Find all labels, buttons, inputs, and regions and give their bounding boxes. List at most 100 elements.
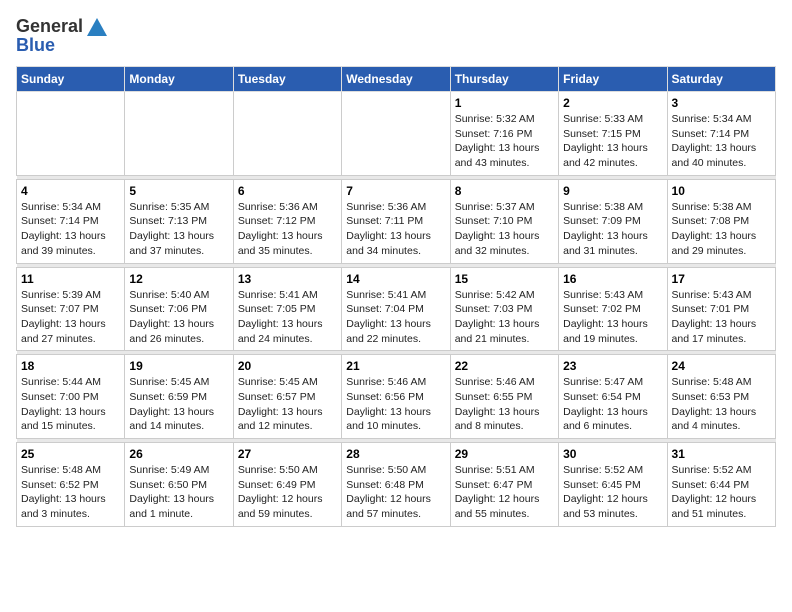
calendar-day-cell: 27 Sunrise: 5:50 AM Sunset: 6:49 PM Dayli… <box>233 443 341 527</box>
calendar-day-cell: 22 Sunrise: 5:46 AM Sunset: 6:55 PM Dayli… <box>450 355 558 439</box>
calendar-day-cell: 14Sunrise: 5:41 AM Sunset: 7:04 PM Dayli… <box>342 267 450 351</box>
day-number: 11 <box>21 272 120 286</box>
day-info: Sunrise: 5:32 AM Sunset: 7:16 PM Dayligh… <box>455 112 554 171</box>
day-number: 1 <box>455 96 554 110</box>
day-info: Sunrise: 5:35 AM Sunset: 7:13 PM Dayligh… <box>129 200 228 259</box>
day-number: 13 <box>238 272 337 286</box>
day-number: 26 <box>129 447 228 461</box>
calendar-day-cell: 11 Sunrise: 5:39 AM Sunset: 7:07 PM Dayli… <box>17 267 125 351</box>
day-info: Sunrise: 5:38 AM Sunset: 7:08 PM Dayligh… <box>672 200 771 259</box>
calendar-day-cell: 28Sunrise: 5:50 AM Sunset: 6:48 PM Dayli… <box>342 443 450 527</box>
day-number: 16 <box>563 272 662 286</box>
calendar-day-cell: 26 Sunrise: 5:49 AM Sunset: 6:50 PM Dayli… <box>125 443 233 527</box>
day-info: Sunrise: 5:51 AM Sunset: 6:47 PM Dayligh… <box>455 463 554 522</box>
day-info: Sunrise: 5:38 AM Sunset: 7:09 PM Dayligh… <box>563 200 662 259</box>
calendar-week-row: 4Sunrise: 5:34 AM Sunset: 7:14 PM Daylig… <box>17 179 776 263</box>
day-number: 24 <box>672 359 771 373</box>
day-info: Sunrise: 5:49 AM Sunset: 6:50 PM Dayligh… <box>129 463 228 522</box>
calendar-day-cell: 23 Sunrise: 5:47 AM Sunset: 6:54 PM Dayli… <box>559 355 667 439</box>
day-number: 25 <box>21 447 120 461</box>
column-header-sunday: Sunday <box>17 67 125 92</box>
day-info: Sunrise: 5:39 AM Sunset: 7:07 PM Dayligh… <box>21 288 120 347</box>
day-number: 5 <box>129 184 228 198</box>
calendar-day-cell: 6 Sunrise: 5:36 AM Sunset: 7:12 PM Daylig… <box>233 179 341 263</box>
day-info: Sunrise: 5:43 AM Sunset: 7:01 PM Dayligh… <box>672 288 771 347</box>
logo-blue-text: Blue <box>16 35 55 56</box>
calendar-week-row: 1 Sunrise: 5:32 AM Sunset: 7:16 PM Daylig… <box>17 92 776 176</box>
day-info: Sunrise: 5:41 AM Sunset: 7:05 PM Dayligh… <box>238 288 337 347</box>
day-number: 15 <box>455 272 554 286</box>
day-info: Sunrise: 5:52 AM Sunset: 6:45 PM Dayligh… <box>563 463 662 522</box>
day-info: Sunrise: 5:46 AM Sunset: 6:56 PM Dayligh… <box>346 375 445 434</box>
calendar-day-cell <box>17 92 125 176</box>
day-info: Sunrise: 5:48 AM Sunset: 6:52 PM Dayligh… <box>21 463 120 522</box>
day-number: 2 <box>563 96 662 110</box>
calendar-day-cell: 31 Sunrise: 5:52 AM Sunset: 6:44 PM Dayli… <box>667 443 775 527</box>
day-info: Sunrise: 5:42 AM Sunset: 7:03 PM Dayligh… <box>455 288 554 347</box>
calendar-week-row: 11 Sunrise: 5:39 AM Sunset: 7:07 PM Dayli… <box>17 267 776 351</box>
day-info: Sunrise: 5:45 AM Sunset: 6:57 PM Dayligh… <box>238 375 337 434</box>
day-number: 29 <box>455 447 554 461</box>
calendar-day-cell: 17 Sunrise: 5:43 AM Sunset: 7:01 PM Dayli… <box>667 267 775 351</box>
logo-triangle-icon <box>87 18 107 36</box>
day-number: 20 <box>238 359 337 373</box>
calendar-day-cell <box>125 92 233 176</box>
day-number: 10 <box>672 184 771 198</box>
calendar-day-cell: 2Sunrise: 5:33 AM Sunset: 7:15 PM Daylig… <box>559 92 667 176</box>
calendar-day-cell: 25 Sunrise: 5:48 AM Sunset: 6:52 PM Dayli… <box>17 443 125 527</box>
day-number: 21 <box>346 359 445 373</box>
day-info: Sunrise: 5:48 AM Sunset: 6:53 PM Dayligh… <box>672 375 771 434</box>
day-info: Sunrise: 5:34 AM Sunset: 7:14 PM Dayligh… <box>672 112 771 171</box>
calendar-table: SundayMondayTuesdayWednesdayThursdayFrid… <box>16 66 776 527</box>
calendar-day-cell: 15 Sunrise: 5:42 AM Sunset: 7:03 PM Dayli… <box>450 267 558 351</box>
day-number: 12 <box>129 272 228 286</box>
day-info: Sunrise: 5:36 AM Sunset: 7:11 PM Dayligh… <box>346 200 445 259</box>
day-number: 30 <box>563 447 662 461</box>
calendar-day-cell: 1 Sunrise: 5:32 AM Sunset: 7:16 PM Daylig… <box>450 92 558 176</box>
calendar-day-cell: 5 Sunrise: 5:35 AM Sunset: 7:13 PM Daylig… <box>125 179 233 263</box>
day-number: 17 <box>672 272 771 286</box>
day-info: Sunrise: 5:47 AM Sunset: 6:54 PM Dayligh… <box>563 375 662 434</box>
calendar-week-row: 25 Sunrise: 5:48 AM Sunset: 6:52 PM Dayli… <box>17 443 776 527</box>
day-number: 8 <box>455 184 554 198</box>
day-number: 22 <box>455 359 554 373</box>
calendar-day-cell: 7 Sunrise: 5:36 AM Sunset: 7:11 PM Daylig… <box>342 179 450 263</box>
calendar-day-cell: 4Sunrise: 5:34 AM Sunset: 7:14 PM Daylig… <box>17 179 125 263</box>
day-info: Sunrise: 5:37 AM Sunset: 7:10 PM Dayligh… <box>455 200 554 259</box>
day-number: 28 <box>346 447 445 461</box>
column-header-friday: Friday <box>559 67 667 92</box>
calendar-day-cell: 9 Sunrise: 5:38 AM Sunset: 7:09 PM Daylig… <box>559 179 667 263</box>
day-info: Sunrise: 5:36 AM Sunset: 7:12 PM Dayligh… <box>238 200 337 259</box>
calendar-day-cell: 18 Sunrise: 5:44 AM Sunset: 7:00 PM Dayli… <box>17 355 125 439</box>
column-header-wednesday: Wednesday <box>342 67 450 92</box>
calendar-day-cell: 20 Sunrise: 5:45 AM Sunset: 6:57 PM Dayli… <box>233 355 341 439</box>
column-header-thursday: Thursday <box>450 67 558 92</box>
day-info: Sunrise: 5:40 AM Sunset: 7:06 PM Dayligh… <box>129 288 228 347</box>
day-number: 18 <box>21 359 120 373</box>
day-number: 14 <box>346 272 445 286</box>
calendar-day-cell: 19Sunrise: 5:45 AM Sunset: 6:59 PM Dayli… <box>125 355 233 439</box>
calendar-day-cell: 21 Sunrise: 5:46 AM Sunset: 6:56 PM Dayli… <box>342 355 450 439</box>
day-number: 3 <box>672 96 771 110</box>
calendar-day-cell: 3 Sunrise: 5:34 AM Sunset: 7:14 PM Daylig… <box>667 92 775 176</box>
logo-general-text: General <box>16 16 83 37</box>
day-info: Sunrise: 5:43 AM Sunset: 7:02 PM Dayligh… <box>563 288 662 347</box>
calendar-day-cell <box>342 92 450 176</box>
day-number: 31 <box>672 447 771 461</box>
day-info: Sunrise: 5:46 AM Sunset: 6:55 PM Dayligh… <box>455 375 554 434</box>
day-number: 6 <box>238 184 337 198</box>
day-number: 27 <box>238 447 337 461</box>
day-number: 9 <box>563 184 662 198</box>
day-info: Sunrise: 5:45 AM Sunset: 6:59 PM Dayligh… <box>129 375 228 434</box>
column-header-tuesday: Tuesday <box>233 67 341 92</box>
day-number: 7 <box>346 184 445 198</box>
calendar-day-cell <box>233 92 341 176</box>
logo: General Blue <box>16 16 107 56</box>
day-info: Sunrise: 5:44 AM Sunset: 7:00 PM Dayligh… <box>21 375 120 434</box>
day-info: Sunrise: 5:52 AM Sunset: 6:44 PM Dayligh… <box>672 463 771 522</box>
calendar-week-row: 18 Sunrise: 5:44 AM Sunset: 7:00 PM Dayli… <box>17 355 776 439</box>
calendar-day-cell: 13 Sunrise: 5:41 AM Sunset: 7:05 PM Dayli… <box>233 267 341 351</box>
day-info: Sunrise: 5:50 AM Sunset: 6:49 PM Dayligh… <box>238 463 337 522</box>
column-header-monday: Monday <box>125 67 233 92</box>
day-number: 23 <box>563 359 662 373</box>
